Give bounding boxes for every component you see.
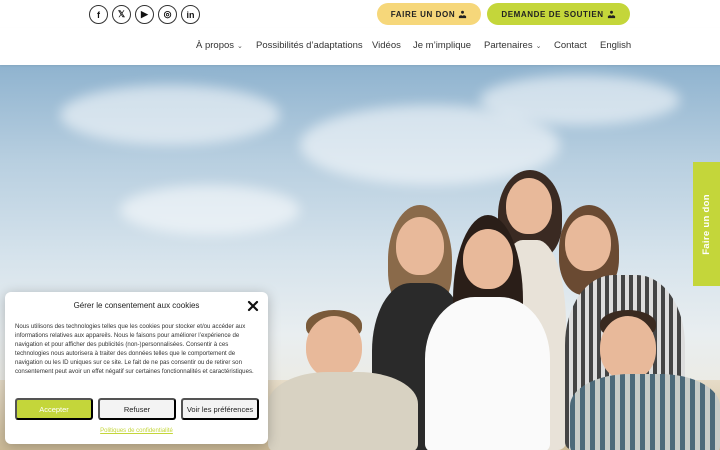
nav-item-label: Je m’implique xyxy=(413,40,472,51)
nav-item-label: À propos xyxy=(196,40,235,51)
person-figure xyxy=(425,215,555,450)
nav-item-label: Contact xyxy=(554,40,587,51)
cookie-dialog-text: Nous utilisons des technologies telles q… xyxy=(15,323,254,375)
nav-item-label: English xyxy=(600,40,632,51)
hand-heart-icon xyxy=(607,10,615,18)
donate-button-label: FAIRE UN DON xyxy=(390,9,456,19)
youtube-icon[interactable]: ▶ xyxy=(135,5,154,24)
cookie-dialog-title: Gérer le consentement aux cookies xyxy=(73,301,200,310)
nav-item-a-propos[interactable]: À propos ⌄ xyxy=(196,40,243,51)
linkedin-icon[interactable]: in xyxy=(181,5,200,24)
nav-item-partenaires[interactable]: Partenaires ⌄ xyxy=(484,40,541,51)
chevron-down-icon: ⌄ xyxy=(535,42,542,50)
social-links: f 𝕏 ▶ ◎ in xyxy=(89,5,200,24)
person-figure xyxy=(268,310,418,450)
hand-heart-icon xyxy=(459,10,467,18)
nav-item-videos[interactable]: Vidéos xyxy=(372,40,401,51)
close-icon[interactable] xyxy=(247,300,259,312)
refuse-button[interactable]: Refuser xyxy=(98,398,176,420)
support-request-button[interactable]: DEMANDE DE SOUTIEN xyxy=(487,3,630,25)
nav-item-adaptations[interactable]: Possibilités d’adaptations xyxy=(256,40,363,51)
instagram-icon[interactable]: ◎ xyxy=(158,5,177,24)
chevron-down-icon: ⌄ xyxy=(237,42,243,50)
top-bar: f 𝕏 ▶ ◎ in FAIRE UN DON DEMANDE DE SOUTI… xyxy=(0,0,720,28)
person-figure xyxy=(570,310,720,450)
nav-item-label: Vidéos xyxy=(372,40,401,51)
facebook-icon[interactable]: f xyxy=(89,5,108,24)
nav-item-label: Possibilités d’adaptations xyxy=(256,40,363,51)
nav-item-je-m-implique[interactable]: Je m’implique xyxy=(413,40,471,51)
privacy-policy-link[interactable]: Politiques de confidentialité xyxy=(5,428,268,434)
x-twitter-icon[interactable]: 𝕏 xyxy=(112,5,131,24)
side-donate-tab[interactable]: Faire un don xyxy=(693,162,720,286)
support-request-label: DEMANDE DE SOUTIEN xyxy=(501,9,604,19)
nav-item-contact[interactable]: Contact xyxy=(554,40,587,51)
side-donate-label: Faire un don xyxy=(701,193,713,255)
cookie-consent-dialog: Gérer le consentement aux cookies Nous u… xyxy=(5,292,268,444)
donate-button[interactable]: FAIRE UN DON xyxy=(377,3,481,25)
nav-item-english[interactable]: English xyxy=(600,40,631,51)
nav-item-label: Partenaires xyxy=(484,40,533,51)
preferences-button[interactable]: Voir les préférences xyxy=(181,398,259,420)
main-nav: À propos ⌄ Possibilités d’adaptations Vi… xyxy=(0,28,720,65)
accept-button[interactable]: Accepter xyxy=(15,398,93,420)
